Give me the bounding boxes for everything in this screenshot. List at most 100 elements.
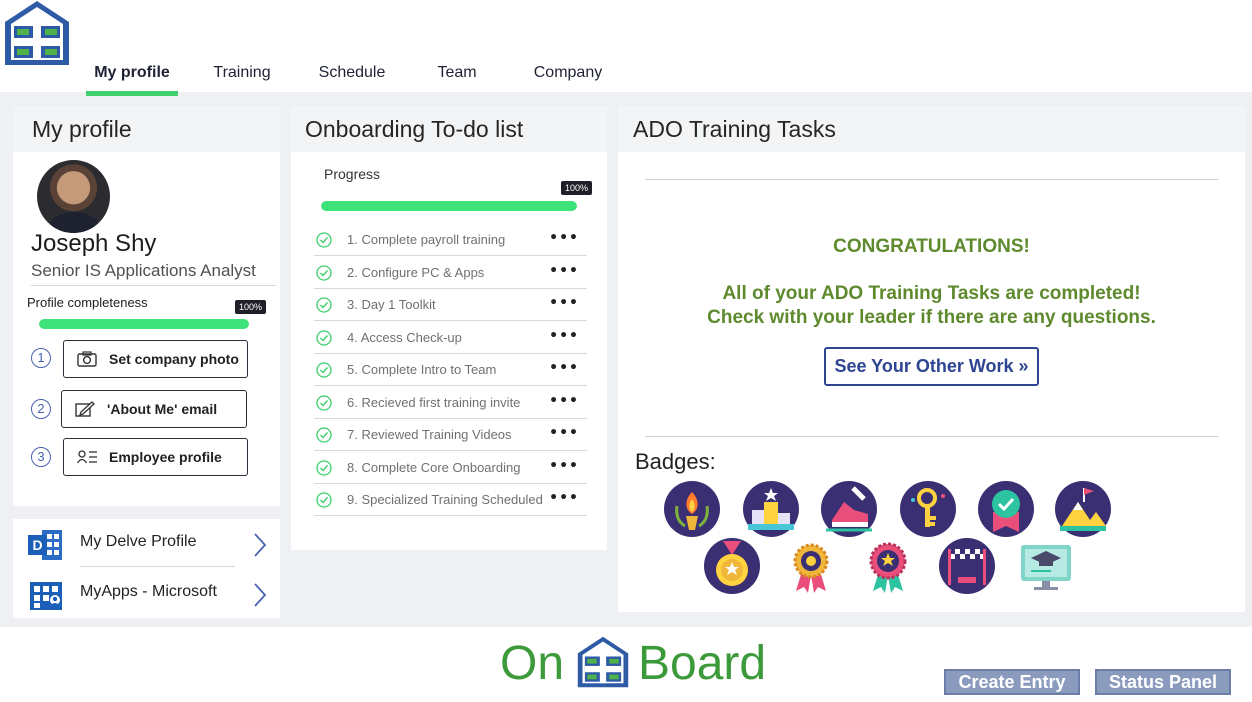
set-company-photo-label: Set company photo: [109, 351, 239, 367]
delve-icon: D: [28, 530, 62, 560]
app-footer: On Board Create Entry Status Panel: [0, 627, 1252, 702]
todo-item[interactable]: 5. Complete Intro to Team •••: [314, 354, 587, 386]
todo-item[interactable]: 4. Access Check-up •••: [314, 322, 587, 354]
more-options-icon[interactable]: •••: [549, 393, 579, 409]
myapps-microsoft-link[interactable]: MyApps - Microsoft: [13, 569, 281, 621]
ado-training-card: ADO Training Tasks CONGRATULATIONS! All …: [618, 106, 1245, 612]
onboarding-todo-card: Onboarding To-do list Progress 100% 1. C…: [291, 106, 607, 550]
chevron-right-icon: [254, 533, 267, 557]
check-circle-icon: [316, 297, 332, 313]
links-card: D My Delve Profile MyApps - Microsoft: [13, 519, 280, 618]
company-logo-icon: [5, 1, 69, 65]
more-options-icon[interactable]: •••: [549, 490, 579, 506]
todo-item[interactable]: 1. Complete payroll training •••: [314, 224, 587, 256]
status-panel-button[interactable]: Status Panel: [1095, 669, 1231, 695]
profile-completeness-bar: [39, 319, 249, 329]
create-entry-button[interactable]: Create Entry: [944, 669, 1080, 695]
profile-card-heading: My profile: [13, 106, 280, 152]
divider: [645, 436, 1218, 437]
todo-item-label: 5. Complete Intro to Team: [347, 362, 497, 377]
user-job-title: Senior IS Applications Analyst: [31, 261, 256, 280]
todo-item[interactable]: 7. Reviewed Training Videos •••: [314, 419, 587, 451]
check-circle-icon: [316, 362, 332, 378]
badges-label: Badges:: [635, 449, 716, 474]
todo-item-label: 3. Day 1 Toolkit: [347, 297, 436, 312]
mountain-flag-badge-icon: [1055, 481, 1111, 537]
step-number-3: 3: [31, 447, 51, 467]
tab-company[interactable]: Company: [526, 60, 610, 96]
tab-training[interactable]: Training: [205, 60, 279, 96]
progress-percent: 100%: [561, 181, 593, 195]
svg-text:D: D: [32, 537, 42, 553]
progress-label: Progress: [324, 166, 381, 182]
tab-team-label: Team: [437, 64, 477, 81]
company-logo-icon: [577, 636, 629, 688]
profile-card: My profile Joseph Shy Senior IS Applicat…: [13, 106, 280, 506]
medal-badge-icon: [704, 538, 760, 594]
todo-item-label: 1. Complete payroll training: [347, 232, 506, 247]
key-badge-icon: [900, 481, 956, 537]
tab-my-profile-label: My profile: [94, 64, 170, 81]
completion-message-line1: All of your ADO Training Tasks are compl…: [722, 283, 1141, 304]
camera-icon: [77, 351, 97, 367]
my-delve-profile-link[interactable]: D My Delve Profile: [13, 519, 281, 571]
tab-schedule[interactable]: Schedule: [312, 60, 392, 96]
my-delve-profile-label: My Delve Profile: [80, 533, 197, 550]
divider: [31, 285, 276, 286]
check-circle-icon: [316, 492, 332, 508]
chevron-right-icon: [254, 583, 267, 607]
contact-card-icon: [77, 450, 97, 464]
about-me-email-label: 'About Me' email: [107, 401, 218, 417]
tab-training-label: Training: [213, 64, 271, 81]
todo-item[interactable]: 6. Recieved first training invite •••: [314, 387, 587, 419]
finish-line-badge-icon: [939, 538, 995, 594]
more-options-icon[interactable]: •••: [549, 425, 579, 441]
myapps-microsoft-label: MyApps - Microsoft: [80, 583, 217, 600]
todo-item[interactable]: 8. Complete Core Onboarding •••: [314, 452, 587, 484]
todo-item[interactable]: 3. Day 1 Toolkit •••: [314, 289, 587, 321]
todo-item[interactable]: 2. Configure PC & Apps •••: [314, 257, 587, 289]
more-options-icon[interactable]: •••: [549, 230, 579, 246]
edit-icon: [75, 401, 95, 417]
see-other-work-button[interactable]: See Your Other Work »: [824, 347, 1039, 386]
todo-item-label: 4. Access Check-up: [347, 329, 462, 345]
congratulations-heading: CONGRATULATIONS!: [833, 236, 1030, 257]
user-name: Joseph Shy: [31, 230, 157, 257]
more-options-icon[interactable]: •••: [549, 458, 579, 474]
star-rosette-badge-icon: [869, 542, 907, 593]
active-tab-indicator: [86, 91, 178, 96]
divider: [645, 179, 1218, 180]
brand-word-board: Board: [638, 637, 767, 690]
rosette-badge-icon: [793, 543, 829, 593]
onboarding-progress-bar: [321, 201, 577, 211]
more-options-icon[interactable]: •••: [549, 360, 579, 376]
check-circle-icon: [316, 427, 332, 443]
app-header: My profile Training Schedule Team Compan…: [0, 0, 1252, 96]
todo-item-label: 6. Recieved first training invite: [347, 394, 521, 410]
brand-word-on: On: [500, 637, 565, 690]
todo-item[interactable]: 9. Specialized Training Scheduled •••: [314, 484, 587, 516]
divider: [80, 566, 235, 567]
sneaker-badge-icon: [821, 481, 877, 537]
certificate-badge-icon: [978, 481, 1034, 537]
more-options-icon[interactable]: •••: [549, 295, 579, 311]
onboarding-todo-heading: Onboarding To-do list: [291, 106, 607, 152]
step-number-2: 2: [31, 399, 51, 419]
tab-team[interactable]: Team: [430, 60, 484, 96]
profile-completeness-percent: 100%: [235, 300, 267, 314]
more-options-icon[interactable]: •••: [549, 328, 579, 344]
employee-profile-label: Employee profile: [109, 449, 222, 465]
check-circle-icon: [316, 232, 332, 248]
check-circle-icon: [316, 394, 332, 411]
about-me-email-button[interactable]: 'About Me' email: [61, 390, 247, 428]
graduation-screen-badge-icon: [1021, 545, 1071, 590]
onboarding-progress-fill: [321, 201, 577, 211]
set-company-photo-button[interactable]: Set company photo: [63, 340, 248, 378]
employee-profile-button[interactable]: Employee profile: [63, 438, 248, 476]
more-options-icon[interactable]: •••: [549, 263, 579, 279]
profile-completeness-fill: [39, 319, 249, 329]
completion-message-line2: Check with your leader if there are any …: [707, 307, 1156, 328]
tab-my-profile[interactable]: My profile: [86, 60, 178, 96]
todo-item-label: 9. Specialized Training Scheduled: [347, 492, 543, 507]
ado-training-heading: ADO Training Tasks: [618, 106, 1245, 152]
